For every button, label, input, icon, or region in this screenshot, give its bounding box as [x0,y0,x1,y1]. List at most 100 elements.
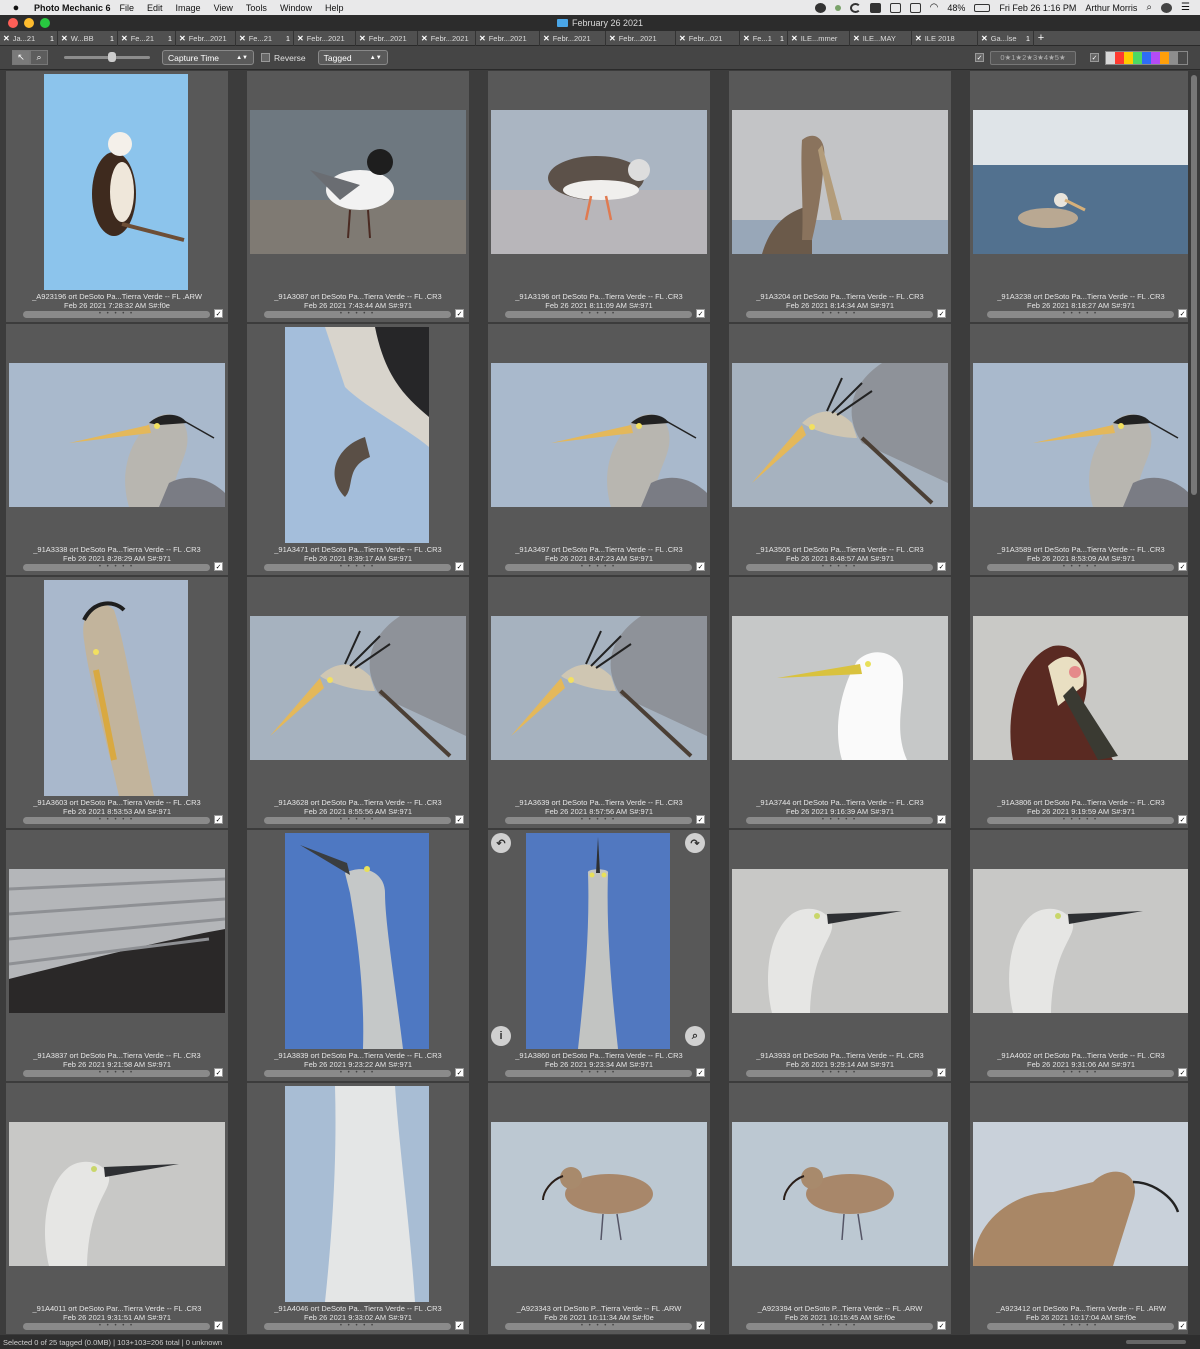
star-rating-bar[interactable]: • • • • • [264,817,451,824]
tag-checkbox[interactable]: ✓ [455,815,464,824]
star-rating-bar[interactable]: • • • • • [505,817,692,824]
photo-thumbnail[interactable] [285,833,429,1049]
arrow-tool-button[interactable]: ↖ [12,50,30,65]
tag-checkbox[interactable]: ✓ [455,1321,464,1330]
tag-checkbox[interactable]: ✓ [214,1068,223,1077]
color-class-swatch[interactable] [1142,51,1151,64]
star-rating-bar[interactable]: • • • • • [505,1070,692,1077]
tag-checkbox[interactable]: ✓ [937,1321,946,1330]
thumbnail-cell[interactable]: _91A3806 ort DeSoto Pa...Tierra Verde --… [970,577,1188,828]
photo-thumbnail[interactable] [732,1122,948,1266]
status-dot-icon[interactable] [834,4,841,11]
info-icon[interactable]: i [491,1026,511,1046]
contact-sheet-tab[interactable]: ✕ Fe...21 1 [118,30,176,46]
photo-thumbnail[interactable] [491,616,707,760]
color-class-swatch[interactable] [1151,51,1160,64]
clock[interactable]: Fri Feb 26 1:16 PM [999,3,1076,13]
contact-sheet-tab[interactable]: ✕ ILE...mmer [788,30,850,46]
photo-thumbnail[interactable] [44,74,188,290]
color-class-swatch[interactable] [1169,51,1178,64]
tag-checkbox[interactable]: ✓ [1178,562,1187,571]
rotate-right-icon[interactable]: ↷ [685,833,705,853]
close-window-icon[interactable] [8,18,18,28]
tag-checkbox[interactable]: ✓ [937,1068,946,1077]
thumbnail-cell[interactable]: _91A3603 ort DeSoto Pa...Tierra Verde --… [6,577,228,828]
slider-knob[interactable] [108,52,116,62]
star-rating-filter[interactable]: 0★1★2★3★4★5★ [990,50,1076,65]
add-tab-icon[interactable]: + [1034,32,1048,44]
thumbnail-cell[interactable]: _91A3744 ort DeSoto Pa...Tierra Verde --… [729,577,951,828]
zoom-window-icon[interactable] [40,18,50,28]
star-rating-bar[interactable]: • • • • • [505,564,692,571]
tag-checkbox[interactable]: ✓ [696,1321,705,1330]
photo-thumbnail[interactable] [973,110,1188,254]
close-tab-icon[interactable]: ✕ [915,34,922,43]
star-rating-bar[interactable]: • • • • • [987,564,1174,571]
star-rating-bar[interactable]: • • • • • [23,311,210,318]
siri-icon[interactable] [1161,2,1173,13]
contact-sheet-tab[interactable]: ✕ Febr...2021 [356,30,418,46]
close-tab-icon[interactable]: ✕ [609,34,616,43]
contact-sheet-tab[interactable]: ✕ Febr...2021 [540,30,606,46]
star-rating-bar[interactable]: • • • • • [264,564,451,571]
tag-checkbox[interactable]: ✓ [937,309,946,318]
menu-window[interactable]: Window [280,3,312,13]
contact-sheet-tab[interactable]: ✕ Febr...2021 [418,30,476,46]
star-rating-bar[interactable]: • • • • • [264,311,451,318]
photo-thumbnail[interactable] [526,833,670,1049]
star-rating-bar[interactable]: • • • • • [746,564,933,571]
loupe-tool-button[interactable]: ⌕ [30,50,48,65]
thumbnail-cell[interactable]: _91A3628 ort DeSoto Pa...Tierra Verde --… [247,577,469,828]
color-class-swatch[interactable] [1106,51,1115,64]
rotate-left-icon[interactable]: ↶ [491,833,511,853]
thumbnail-cell[interactable]: _91A3471 ort DeSoto Pa...Tierra Verde --… [247,324,469,575]
close-tab-icon[interactable]: ✕ [3,34,10,43]
wifi-icon[interactable]: ◠ [930,2,939,13]
menu-edit[interactable]: Edit [147,3,163,13]
tag-checkbox[interactable]: ✓ [214,815,223,824]
close-tab-icon[interactable]: ✕ [679,34,686,43]
vertical-scrollbar[interactable] [1188,71,1200,1335]
star-rating-bar[interactable]: • • • • • [23,817,210,824]
tag-checkbox[interactable]: ✓ [214,309,223,318]
minimize-window-icon[interactable] [24,18,34,28]
thumbnail-cell[interactable]: _91A3338 ort DeSoto Pa...Tierra Verde --… [6,324,228,575]
contact-sheet-tab[interactable]: ✕ ILE 2018 [912,30,978,46]
star-rating-bar[interactable]: • • • • • [987,311,1174,318]
photo-thumbnail[interactable] [9,869,225,1013]
thumbnail-cell[interactable]: _91A3087 ort DeSoto Pa...Tierra Verde --… [247,71,469,322]
thumbnail-cell[interactable]: _91A3196 ort DeSoto Pa...Tierra Verde --… [488,71,710,322]
apple-menu-icon[interactable]: ● [6,2,26,14]
photo-thumbnail[interactable] [732,363,948,507]
thumbnail-cell[interactable]: _91A3238 ort DeSoto Pa...Tierra Verde --… [970,71,1188,322]
tag-checkbox[interactable]: ✓ [455,309,464,318]
star-rating-bar[interactable]: • • • • • [23,564,210,571]
contact-sheet-tab[interactable]: ✕ Fe...21 1 [236,30,294,46]
star-rating-bar[interactable]: • • • • • [987,817,1174,824]
menu-file[interactable]: File [120,3,135,13]
thumbnail-cell[interactable]: _91A3589 ort DeSoto Pa...Tierra Verde --… [970,324,1188,575]
tag-checkbox[interactable]: ✓ [1178,1321,1187,1330]
tag-checkbox[interactable]: ✓ [1178,815,1187,824]
photo-thumbnail[interactable] [973,363,1188,507]
control-center-icon[interactable]: ☰ [1181,2,1190,13]
photo-thumbnail[interactable] [9,1122,225,1266]
thumbnail-cell[interactable]: _91A3860 ort DeSoto Pa...Tierra Verde --… [488,830,710,1081]
photo-thumbnail[interactable] [973,869,1188,1013]
photo-thumbnail[interactable] [250,110,466,254]
thumbnail-cell[interactable]: _A923412 ort DeSoto Pa...Tierra Verde --… [970,1083,1188,1334]
contact-sheet-tab[interactable]: ✕ Febr...2021 [476,30,540,46]
star-rating-bar[interactable]: • • • • • [505,311,692,318]
photo-thumbnail[interactable] [44,580,188,796]
contact-sheet-tab[interactable]: ✕ Febr...2021 [176,30,236,46]
tag-checkbox[interactable]: ✓ [937,562,946,571]
app-name-menu[interactable]: Photo Mechanic 6 [34,3,111,13]
star-rating-bar[interactable]: • • • • • [264,1323,451,1330]
creative-cloud-icon[interactable] [814,2,826,13]
star-rating-bar[interactable]: • • • • • [746,311,933,318]
color-class-swatch[interactable] [1178,51,1187,64]
star-rating-bar[interactable]: • • • • • [987,1323,1174,1330]
menu-tools[interactable]: Tools [246,3,267,13]
star-rating-bar[interactable]: • • • • • [746,817,933,824]
close-tab-icon[interactable]: ✕ [479,34,486,43]
